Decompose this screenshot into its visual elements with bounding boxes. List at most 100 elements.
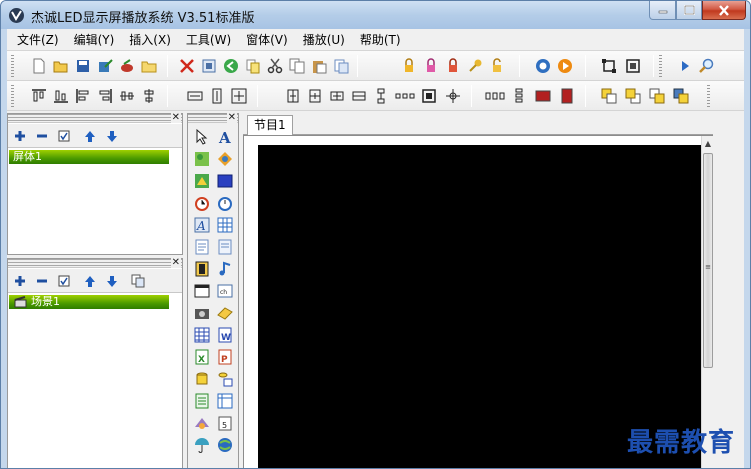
note-tool[interactable]: [216, 238, 234, 256]
same-size-button[interactable]: [229, 86, 249, 106]
schedule-tool[interactable]: [216, 392, 234, 410]
lock-button[interactable]: [399, 56, 419, 76]
bring-front-button[interactable]: [599, 86, 619, 106]
center-horizontal-button[interactable]: [117, 86, 137, 106]
text-tool[interactable]: A: [216, 128, 234, 146]
move-up-button[interactable]: [81, 272, 99, 290]
table-tool[interactable]: [216, 216, 234, 234]
menu-insert[interactable]: 插入(X): [129, 31, 171, 48]
space-h-button[interactable]: [327, 86, 347, 106]
video-tool[interactable]: [193, 260, 211, 278]
excel-tool[interactable]: X: [193, 348, 211, 366]
back-button[interactable]: [221, 56, 241, 76]
move-down-button[interactable]: [103, 127, 121, 145]
minimize-button[interactable]: [649, 1, 676, 20]
flash-tool[interactable]: [216, 304, 234, 322]
open-button[interactable]: [51, 56, 71, 76]
subtitle-tool[interactable]: ch: [216, 282, 234, 300]
gallery-tool[interactable]: [216, 150, 234, 168]
panel-close-button[interactable]: ✕: [170, 113, 181, 123]
title-bar[interactable]: 杰诚LED显示屏播放系统 V3.51标准版: [1, 1, 750, 29]
align-bottom-button[interactable]: [51, 86, 71, 106]
send-backward-button[interactable]: [671, 86, 691, 106]
toolbar-grip[interactable]: [707, 85, 710, 107]
clock-tool[interactable]: [193, 194, 211, 212]
menu-window[interactable]: 窗体(V): [246, 31, 288, 48]
center-vertical-button[interactable]: [139, 86, 159, 106]
space-v-button[interactable]: [349, 86, 369, 106]
align-top-button[interactable]: [29, 86, 49, 106]
cut-button[interactable]: [265, 56, 285, 76]
panel-grip[interactable]: [8, 259, 182, 268]
scene-list-item[interactable]: 场景1: [9, 295, 169, 309]
document-tool[interactable]: [193, 238, 211, 256]
color-block-tool[interactable]: [216, 172, 234, 190]
art-text-tool[interactable]: A: [193, 216, 211, 234]
scroll-up-icon[interactable]: ▲: [702, 137, 714, 151]
copy-scene-button[interactable]: [129, 272, 147, 290]
lock-red-button[interactable]: [443, 56, 463, 76]
properties-button[interactable]: [199, 56, 219, 76]
ppt-tool[interactable]: P: [216, 348, 234, 366]
audio-tool[interactable]: [216, 260, 234, 278]
unlock-button[interactable]: [487, 56, 507, 76]
space-equal-button[interactable]: [371, 86, 391, 106]
toolbar-grip[interactable]: [659, 55, 662, 77]
tile-h-button[interactable]: [485, 86, 505, 106]
lock-pink-button[interactable]: [421, 56, 441, 76]
window-tool[interactable]: [193, 282, 211, 300]
key-button[interactable]: [465, 56, 485, 76]
panel-close-button[interactable]: ✕: [226, 113, 237, 123]
weather-tool[interactable]: [193, 414, 211, 432]
db-table-tool[interactable]: [216, 370, 234, 388]
move-button[interactable]: [443, 86, 463, 106]
toolbar-grip[interactable]: [11, 85, 14, 107]
actual-size-button[interactable]: [623, 56, 643, 76]
delete-button[interactable]: [177, 56, 197, 76]
umbrella-tool[interactable]: [193, 436, 211, 454]
grid-tool[interactable]: [193, 326, 211, 344]
move-down-button[interactable]: [103, 272, 121, 290]
folder-button[interactable]: [139, 56, 159, 76]
center-screen-button[interactable]: [395, 86, 415, 106]
align-right-button[interactable]: [95, 86, 115, 106]
export-button[interactable]: [117, 56, 137, 76]
bring-forward-button[interactable]: [647, 86, 667, 106]
center-object-button[interactable]: [419, 86, 439, 106]
tab-program-1[interactable]: 节目1: [247, 115, 293, 136]
calendar-tool[interactable]: 5: [216, 414, 234, 432]
record-button[interactable]: [533, 56, 553, 76]
align-left-button[interactable]: [73, 86, 93, 106]
distribute-h-button[interactable]: [283, 86, 303, 106]
panel-close-button[interactable]: ✕: [170, 258, 181, 268]
same-width-button[interactable]: [185, 86, 205, 106]
play-button[interactable]: [555, 56, 575, 76]
add-scene-button[interactable]: [11, 272, 29, 290]
animation-tool[interactable]: [193, 172, 211, 190]
fit-window-button[interactable]: [599, 56, 619, 76]
new-button[interactable]: [29, 56, 49, 76]
save-as-button[interactable]: [95, 56, 115, 76]
same-height-button[interactable]: [207, 86, 227, 106]
toolbar-grip[interactable]: [11, 55, 14, 77]
maximize-button[interactable]: [676, 1, 702, 20]
menu-edit[interactable]: 编辑(Y): [74, 31, 115, 48]
fill-dark-button[interactable]: [557, 86, 577, 106]
timer-tool[interactable]: [216, 194, 234, 212]
distribute-v-button[interactable]: [305, 86, 325, 106]
copy-page-button[interactable]: [243, 56, 263, 76]
move-up-button[interactable]: [81, 127, 99, 145]
menu-help[interactable]: 帮助(T): [360, 31, 401, 48]
panel-grip[interactable]: [8, 114, 182, 123]
globe-tool[interactable]: [216, 436, 234, 454]
paste-button[interactable]: [309, 56, 329, 76]
close-button[interactable]: [702, 1, 746, 20]
run-button[interactable]: [675, 56, 695, 76]
menu-tools[interactable]: 工具(W): [186, 31, 231, 48]
led-screen-canvas[interactable]: [258, 145, 706, 468]
menu-play[interactable]: 播放(U): [303, 31, 345, 48]
list-tool[interactable]: [193, 392, 211, 410]
tile-v-button[interactable]: [509, 86, 529, 106]
vertical-scrollbar[interactable]: ▲ ≡: [701, 136, 714, 468]
fill-color-button[interactable]: [533, 86, 553, 106]
